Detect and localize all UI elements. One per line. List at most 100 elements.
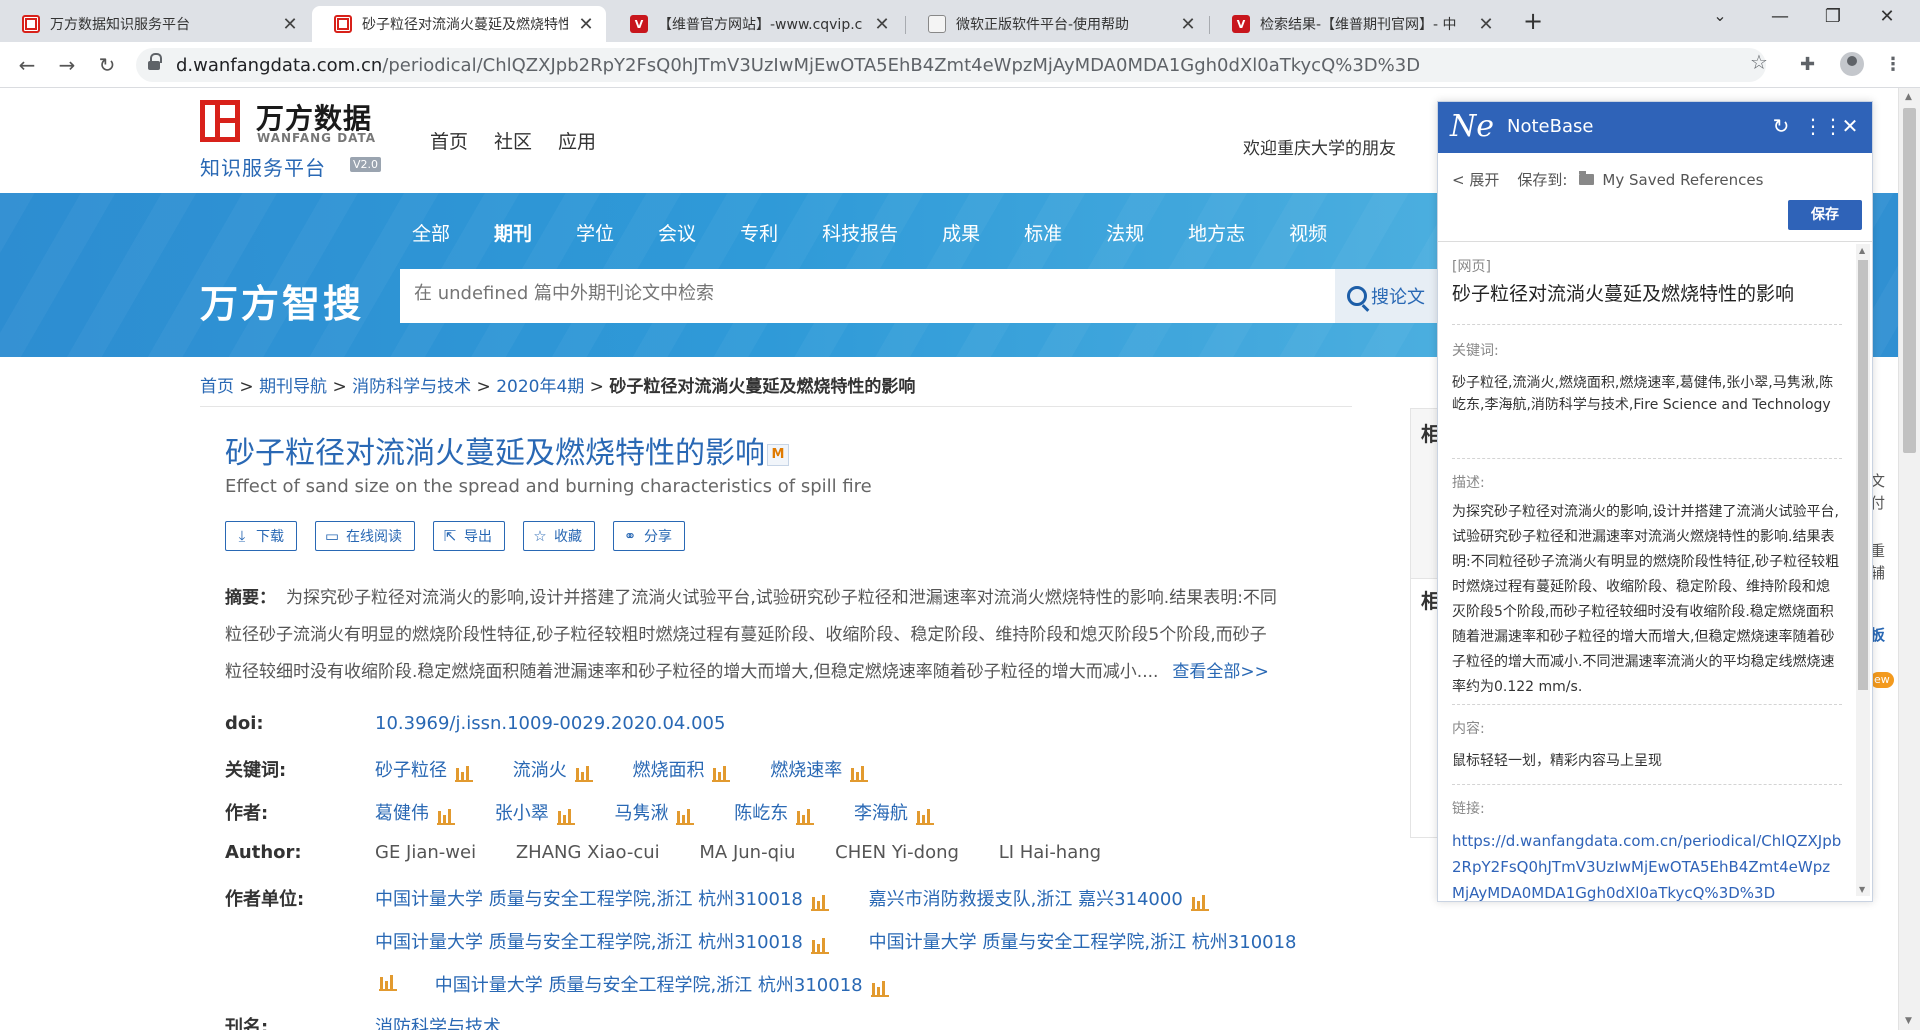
restore-icon[interactable]: ❐ — [1818, 6, 1848, 27]
affiliation-link[interactable]: 中国计量大学 质量与安全工程学院,浙江 杭州310018 — [869, 928, 1297, 954]
bar-chart-icon[interactable] — [455, 766, 473, 782]
expand-button[interactable]: < 展开 — [1452, 169, 1499, 190]
browser-tab-1[interactable]: 万方数据知识服务平台 ✕ — [0, 6, 310, 42]
doi-link[interactable]: 10.3969/j.issn.1009-0029.2020.04.005 — [375, 713, 725, 734]
page-scrollbar[interactable]: ▲ ▼ — [1898, 88, 1920, 1030]
nb-keywords[interactable]: 砂子粒径,流淌火,燃烧面积,燃烧速率,葛健伟,张小翠,马隽湫,陈屹东,李海航,消… — [1452, 372, 1842, 416]
breadcrumb-home[interactable]: 首页 — [200, 377, 234, 397]
nav-home[interactable]: 首页 — [430, 127, 468, 154]
download-button[interactable]: ⤓ 下载 — [225, 521, 297, 551]
author-link[interactable]: 葛健伟 — [375, 799, 455, 825]
keyword-link[interactable]: 燃烧速率 — [770, 756, 869, 782]
minimize-icon[interactable]: — — [1765, 6, 1795, 27]
bar-chart-icon[interactable] — [379, 975, 397, 991]
read-online-button[interactable]: ▭ 在线阅读 — [315, 521, 415, 551]
bar-chart-icon[interactable] — [870, 981, 889, 997]
close-icon[interactable]: ✕ — [576, 14, 596, 35]
close-icon[interactable]: ✕ — [280, 14, 300, 35]
bar-chart-icon[interactable] — [712, 766, 731, 782]
bar-chart-icon[interactable] — [1190, 895, 1209, 911]
keyword-link[interactable]: 砂子粒径 — [375, 756, 473, 782]
wanfang-logo[interactable]: 万方数据 WANFANG DATA 知识服务平台 V2.0 — [200, 100, 400, 180]
tab-search-icon[interactable]: ⌄ — [1705, 6, 1735, 25]
nav-community[interactable]: 社区 — [494, 127, 532, 154]
scroll-down-icon[interactable]: ▼ — [1905, 1016, 1912, 1026]
notebase-save-button[interactable]: 保存 — [1788, 200, 1862, 230]
journal-link[interactable]: 消防科学与技术 — [375, 1013, 501, 1030]
close-icon[interactable]: ✕ — [872, 14, 892, 35]
breadcrumb-journal-nav[interactable]: 期刊导航 — [259, 377, 327, 397]
bar-chart-icon[interactable] — [676, 809, 695, 825]
favorite-button[interactable]: ☆ 收藏 — [523, 521, 595, 551]
nav-apps[interactable]: 应用 — [558, 127, 596, 154]
author-link[interactable]: 李海航 — [854, 799, 934, 825]
scroll-down-icon[interactable]: ▼ — [1859, 885, 1865, 894]
tab-regulations[interactable]: 法规 — [1106, 219, 1144, 246]
affiliation-link[interactable]: 嘉兴市消防救援支队,浙江 嘉兴314000 — [869, 885, 1209, 911]
affiliation-link[interactable]: 中国计量大学 质量与安全工程学院,浙江 杭州310018 — [375, 885, 829, 911]
close-icon[interactable]: ✕ — [1476, 14, 1496, 35]
browser-tab-3[interactable]: V 【维普官方网站】-www.cqvip.c ✕ — [608, 6, 902, 42]
affiliation-link[interactable]: 中国计量大学 质量与安全工程学院,浙江 杭州310018 — [375, 928, 829, 954]
bar-chart-icon[interactable] — [437, 809, 455, 825]
tab-standards[interactable]: 标准 — [1024, 219, 1062, 246]
scroll-up-icon[interactable]: ▲ — [1905, 92, 1912, 102]
forward-icon[interactable]: → — [54, 52, 80, 78]
scroll-up-icon[interactable]: ▲ — [1859, 246, 1865, 255]
affiliation-link[interactable]: 中国计量大学 质量与安全工程学院,浙江 杭州310018 — [435, 971, 889, 997]
keyword-link[interactable]: 流淌火 — [513, 756, 593, 782]
bar-chart-icon[interactable] — [574, 766, 593, 782]
tab-journals[interactable]: 期刊 — [494, 219, 532, 246]
view-all-link[interactable]: 查看全部>> — [1172, 662, 1269, 682]
bar-chart-icon[interactable] — [810, 938, 829, 954]
folder-select[interactable]: My Saved References — [1602, 171, 1763, 189]
browser-tab-2[interactable]: 砂子粒径对流淌火蔓延及燃烧特性 ✕ — [312, 6, 606, 42]
share-button[interactable]: ⚭ 分享 — [613, 521, 685, 551]
author-link[interactable]: 陈屹东 — [734, 799, 815, 825]
bar-chart-icon[interactable] — [556, 809, 575, 825]
bar-chart-icon[interactable] — [796, 809, 815, 825]
reload-icon[interactable]: ↻ — [94, 52, 120, 78]
nb-link[interactable]: https://d.wanfangdata.com.cn/periodical/… — [1452, 828, 1842, 902]
notebase-scrollbar[interactable]: ▲ ▼ — [1856, 244, 1870, 896]
read-online-label: 在线阅读 — [346, 529, 402, 545]
scroll-thumb[interactable] — [1858, 260, 1868, 690]
tab-patents[interactable]: 专利 — [740, 219, 778, 246]
apps-grid-icon[interactable]: ⋮⋮ — [1803, 114, 1843, 138]
url-bar[interactable]: d.wanfangdata.com.cn/periodical/ChlQZXJp… — [136, 48, 1766, 82]
bar-chart-icon[interactable] — [850, 766, 869, 782]
close-icon[interactable]: ✕ — [1178, 14, 1198, 35]
scroll-thumb[interactable] — [1903, 108, 1916, 453]
tab-achievements[interactable]: 成果 — [942, 219, 980, 246]
back-icon[interactable]: ← — [14, 52, 40, 78]
bookmark-star-icon[interactable]: ☆ — [1750, 50, 1768, 74]
tab-tech-reports[interactable]: 科技报告 — [822, 219, 898, 246]
refresh-icon[interactable]: ↻ — [1769, 114, 1793, 138]
panel-close-icon[interactable]: ✕ — [1838, 114, 1862, 138]
author-link[interactable]: 马隽湫 — [614, 799, 695, 825]
browser-menu-icon[interactable]: ⋮ — [1884, 54, 1902, 75]
nb-content[interactable]: 鼠标轻轻一划，精彩内容马上呈现 — [1452, 750, 1842, 773]
tab-conferences[interactable]: 会议 — [658, 219, 696, 246]
browser-tab-4[interactable]: 微软正版软件平台-使用帮助 ✕ — [906, 6, 1208, 42]
profile-avatar[interactable] — [1840, 52, 1864, 76]
bar-chart-icon[interactable] — [915, 809, 934, 825]
extensions-icon[interactable]: ✚ — [1800, 54, 1815, 75]
tab-local-chronicles[interactable]: 地方志 — [1188, 219, 1245, 246]
browser-tab-5[interactable]: V 检索结果-【维普期刊官网】- 中 ✕ — [1210, 6, 1506, 42]
search-button[interactable]: 搜论文 — [1335, 269, 1440, 323]
search-input[interactable] — [414, 283, 1314, 304]
tab-all[interactable]: 全部 — [412, 219, 450, 246]
bar-chart-icon[interactable] — [810, 895, 829, 911]
breadcrumb-journal[interactable]: 消防科学与技术 — [352, 377, 471, 397]
nb-description[interactable]: 为探究砂子粒径对流淌火的影响,设计并搭建了流淌火试验平台,试验研究砂子粒径和泄漏… — [1452, 500, 1842, 700]
export-button[interactable]: ⇱ 导出 — [433, 521, 505, 551]
window-close-icon[interactable]: ✕ — [1872, 6, 1902, 27]
nb-title[interactable]: 砂子粒径对流淌火蔓延及燃烧特性的影响 — [1452, 280, 1842, 308]
tab-videos[interactable]: 视频 — [1289, 219, 1327, 246]
new-tab-button[interactable]: + — [1518, 7, 1548, 35]
author-link[interactable]: 张小翠 — [495, 799, 575, 825]
breadcrumb-issue[interactable]: 2020年4期 — [496, 377, 584, 397]
tab-theses[interactable]: 学位 — [576, 219, 614, 246]
keyword-link[interactable]: 燃烧面积 — [632, 756, 731, 782]
